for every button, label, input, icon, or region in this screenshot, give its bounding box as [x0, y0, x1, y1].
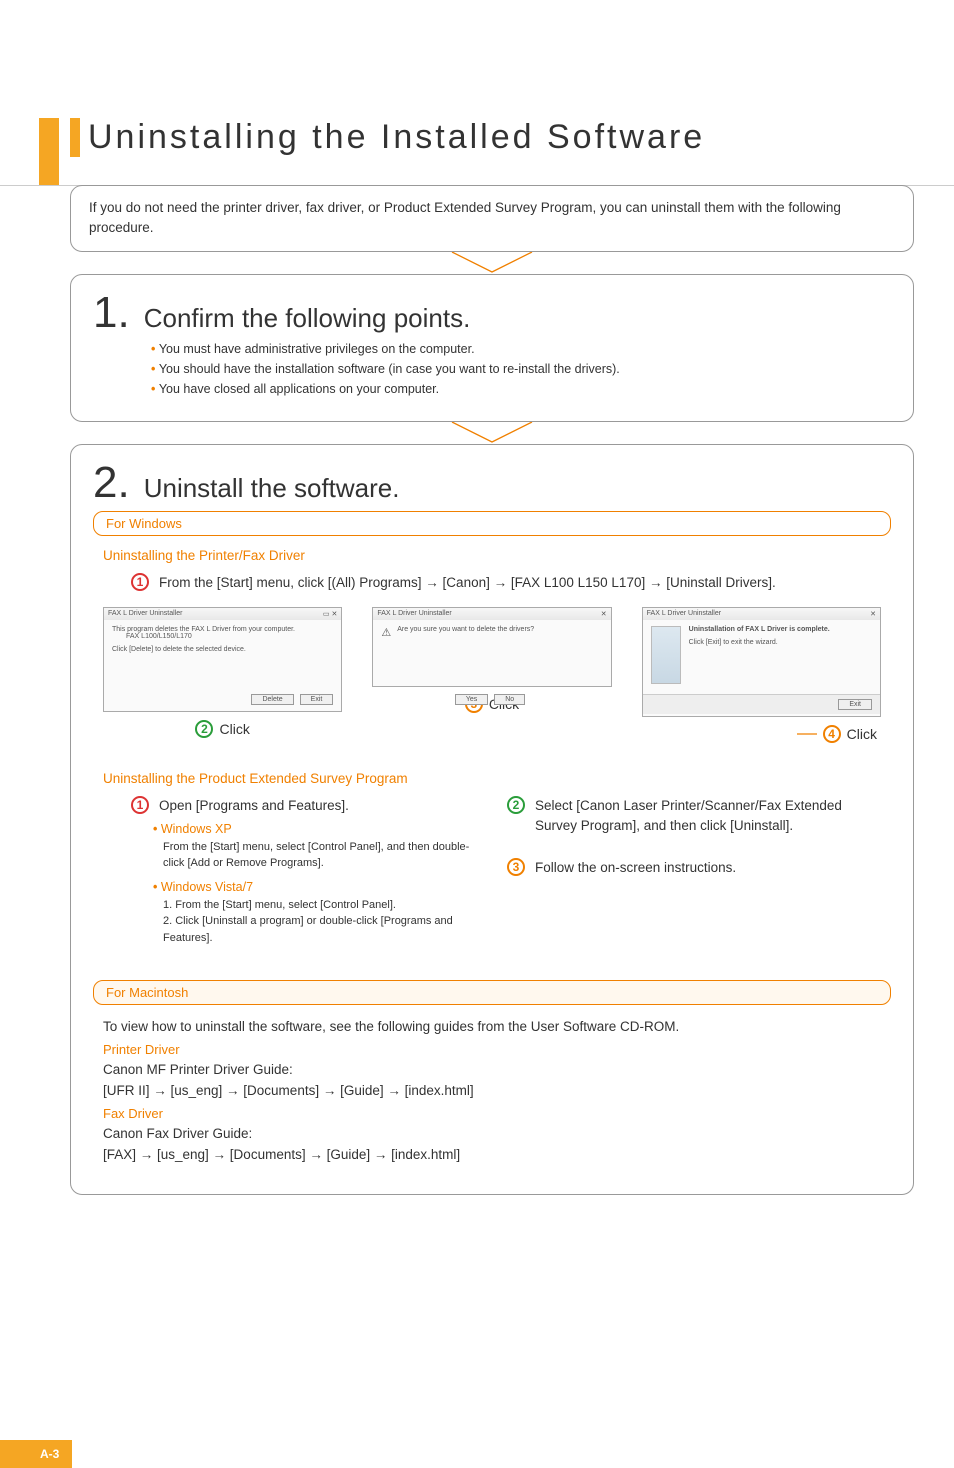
step1-bullets: You must have administrative privileges … — [151, 339, 891, 399]
mac-pill: For Macintosh — [93, 980, 891, 1005]
section-a-heading: Uninstalling the Printer/Fax Driver — [103, 548, 881, 563]
dlg3-msg2: Click [Exit] to exit the wizard. — [689, 639, 830, 646]
page-number: A-3 — [0, 1440, 72, 1468]
click-label-4: Click — [847, 726, 877, 742]
instr-a1: 1 From the [Start] menu, click [(All) Pr… — [131, 573, 881, 593]
step1-number: 1. — [93, 291, 130, 335]
instr-b1-text: Open [Programs and Features]. — [159, 796, 349, 816]
step2-title: Uninstall the software. — [144, 473, 400, 504]
vista-heading: Windows Vista/7 — [153, 878, 477, 897]
step1-bullet-1: You must have administrative privileges … — [151, 339, 891, 359]
instr-b2-text: Select [Canon Laser Printer/Scanner/Fax … — [535, 796, 881, 837]
page-number-text: A-3 — [40, 1447, 59, 1461]
dialog-1: FAX L Driver Uninstaller▭ ✕ This program… — [103, 607, 342, 712]
step1-box: 1. Confirm the following points. You mus… — [70, 274, 914, 422]
xp-text: From the [Start] menu, select [Control P… — [163, 839, 477, 872]
warning-icon: ⚠ — [381, 626, 391, 639]
badge-1: 1 — [131, 573, 149, 591]
dlg1-line1: This program deletes the FAX L Driver fr… — [112, 626, 333, 633]
dlg2-title: FAX L Driver Uninstaller — [377, 610, 451, 617]
connector-1 — [70, 252, 914, 274]
dlg1-line2: FAX L100/L150/L170 — [126, 633, 333, 640]
badge-b2: 2 — [507, 796, 525, 814]
step1-bullet-2: You should have the installation softwar… — [151, 359, 891, 379]
step2-box: 2. Uninstall the software. For Windows U… — [70, 444, 914, 1195]
badge-b3: 3 — [507, 858, 525, 876]
dlg3-image — [651, 626, 681, 684]
page-title: Uninstalling the Installed Software — [88, 118, 914, 157]
mac-intro: To view how to uninstall the software, s… — [103, 1017, 881, 1038]
step1-title: Confirm the following points. — [144, 303, 471, 334]
dlg3-title: FAX L Driver Uninstaller — [647, 610, 721, 617]
badge-b1: 1 — [131, 796, 149, 814]
mac-fd-l1: Canon Fax Driver Guide: — [103, 1124, 881, 1145]
dlg1-delete-button[interactable]: Delete — [251, 694, 293, 705]
dlg2-yes-button[interactable]: Yes — [455, 694, 488, 705]
vista-text2: 2. Click [Uninstall a program] or double… — [163, 913, 477, 946]
page-title-block: Uninstalling the Installed Software — [70, 118, 914, 157]
dlg2-msg: Are you sure you want to delete the driv… — [397, 626, 534, 633]
badge-2: 2 — [195, 720, 213, 738]
intro-box: If you do not need the printer driver, f… — [70, 185, 914, 252]
step2-number: 2. — [93, 461, 130, 505]
dlg3-msg1: Uninstallation of FAX L Driver is comple… — [689, 626, 830, 633]
instr-b1: 1 Open [Programs and Features]. — [131, 796, 477, 816]
dlg3-exit-button[interactable]: Exit — [838, 699, 872, 710]
instr-a1-text: From the [Start] menu, click [(All) Prog… — [159, 573, 776, 593]
step1-bullet-3: You have closed all applications on your… — [151, 379, 891, 399]
dlg1-title: FAX L Driver Uninstaller — [108, 610, 182, 617]
click-label-2: Click — [219, 721, 249, 737]
mac-pd-hd: Printer Driver — [103, 1040, 881, 1060]
vista-text1: 1. From the [Start] menu, select [Contro… — [163, 897, 477, 914]
instr-b3: 3 Follow the on-screen instructions. — [507, 858, 881, 878]
xp-heading: Windows XP — [153, 820, 477, 839]
dlg2-no-button[interactable]: No — [494, 694, 525, 705]
mac-pd-l1: Canon MF Printer Driver Guide: — [103, 1060, 881, 1081]
connector-2 — [70, 422, 914, 444]
dlg1-exit-button[interactable]: Exit — [300, 694, 334, 705]
dlg1-line3: Click [Delete] to delete the selected de… — [112, 646, 333, 653]
dialog-3: FAX L Driver Uninstaller✕ Uninstallation… — [642, 607, 881, 717]
mac-fd-l2: [FAX] → [us_eng] → [Documents] → [Guide]… — [103, 1145, 881, 1166]
mac-fd-hd: Fax Driver — [103, 1104, 881, 1124]
windows-pill: For Windows — [93, 511, 891, 536]
badge-4: 4 — [823, 725, 841, 743]
instr-b2: 2 Select [Canon Laser Printer/Scanner/Fa… — [507, 796, 881, 837]
dialog-2: FAX L Driver Uninstaller✕ ⚠ Are you sure… — [372, 607, 611, 687]
mac-pd-l2: [UFR II] → [us_eng] → [Documents] → [Gui… — [103, 1081, 881, 1102]
intro-text: If you do not need the printer driver, f… — [89, 200, 841, 235]
instr-b3-text: Follow the on-screen instructions. — [535, 858, 736, 878]
section-b-heading: Uninstalling the Product Extended Survey… — [103, 771, 881, 786]
